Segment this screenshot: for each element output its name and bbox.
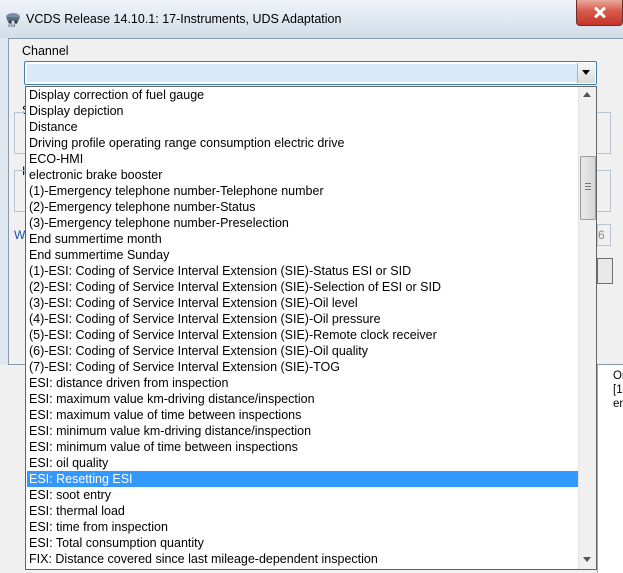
close-button[interactable] bbox=[576, 0, 623, 26]
dropdown-item[interactable]: FIX: Distance covered since last mileage… bbox=[27, 551, 580, 567]
channel-select[interactable] bbox=[24, 61, 597, 85]
dropdown-item[interactable]: ESI: thermal load bbox=[27, 503, 580, 519]
vcds-car-icon[interactable]: x64 bbox=[4, 10, 22, 28]
dropdown-item[interactable]: Display correction of fuel gauge bbox=[27, 87, 580, 103]
scroll-down-button[interactable] bbox=[579, 552, 596, 569]
grip-line bbox=[585, 183, 591, 184]
scroll-up-button[interactable] bbox=[579, 87, 596, 104]
dropdown-item[interactable]: Distance bbox=[27, 119, 580, 135]
dropdown-item[interactable]: (1)-Emergency telephone number-Telephone… bbox=[27, 183, 580, 199]
right-info-panel: On [17 en bbox=[597, 365, 623, 573]
dropdown-item[interactable]: ESI: time from inspection bbox=[27, 519, 580, 535]
right-panel-line: [17 bbox=[613, 384, 623, 396]
vertical-scrollbar[interactable] bbox=[578, 87, 596, 569]
grip-line bbox=[585, 189, 591, 190]
dropdown-item[interactable]: (4)-ESI: Coding of Service Interval Exte… bbox=[27, 311, 580, 327]
arrow-up-icon bbox=[583, 92, 591, 97]
grip-line bbox=[585, 186, 591, 187]
dropdown-item[interactable]: (3)-Emergency telephone number-Preselect… bbox=[27, 215, 580, 231]
dropdown-item[interactable]: (3)-ESI: Coding of Service Interval Exte… bbox=[27, 295, 580, 311]
right-panel-line: On bbox=[613, 370, 623, 382]
dropdown-items: Display correction of fuel gauge Display … bbox=[27, 87, 580, 567]
background-button bbox=[597, 258, 613, 284]
dropdown-item[interactable]: (6)-ESI: Coding of Service Interval Exte… bbox=[27, 343, 580, 359]
dropdown-item[interactable]: (2)-Emergency telephone number-Status bbox=[27, 199, 580, 215]
dropdown-item[interactable]: (1)-ESI: Coding of Service Interval Exte… bbox=[27, 263, 580, 279]
right-panel-line: en bbox=[613, 398, 623, 410]
chevron-down-icon bbox=[582, 70, 590, 75]
channel-select-value bbox=[27, 64, 577, 82]
dropdown-item[interactable]: ESI: maximum value km-driving distance/i… bbox=[27, 391, 580, 407]
title-bar: x64 VCDS Release 14.10.1: 17-Instruments… bbox=[0, 0, 623, 38]
dropdown-item[interactable]: electronic brake booster bbox=[27, 167, 580, 183]
dropdown-item[interactable]: ESI: minimum value of time between inspe… bbox=[27, 439, 580, 455]
window-title: VCDS Release 14.10.1: 17-Instruments, UD… bbox=[26, 12, 342, 26]
dropdown-arrow-button[interactable] bbox=[577, 63, 595, 83]
dropdown-item[interactable]: Display depiction bbox=[27, 103, 580, 119]
dropdown-item[interactable]: (2)-ESI: Coding of Service Interval Exte… bbox=[27, 279, 580, 295]
dropdown-item[interactable]: Driving profile operating range consumpt… bbox=[27, 135, 580, 151]
dropdown-item[interactable]: ESI: distance driven from inspection bbox=[27, 375, 580, 391]
partial-label-w: W bbox=[14, 228, 26, 242]
partial-digit: 6 bbox=[598, 228, 605, 242]
svg-text:x64: x64 bbox=[8, 23, 16, 28]
scrollbar-thumb[interactable] bbox=[580, 156, 596, 220]
arrow-down-icon bbox=[583, 557, 591, 562]
dropdown-item[interactable]: ESI: Resetting ESI bbox=[27, 471, 580, 487]
dropdown-item[interactable]: ESI: soot entry bbox=[27, 487, 580, 503]
dropdown-item[interactable]: End summertime Sunday bbox=[27, 247, 580, 263]
dropdown-item[interactable]: ESI: maximum value of time between inspe… bbox=[27, 407, 580, 423]
channel-label: Channel bbox=[22, 44, 69, 58]
dropdown-item[interactable]: ESI: oil quality bbox=[27, 455, 580, 471]
dropdown-item[interactable]: ESI: minimum value km-driving distance/i… bbox=[27, 423, 580, 439]
dropdown-item[interactable]: ESI: Total consumption quantity bbox=[27, 535, 580, 551]
dropdown-item[interactable]: End summertime month bbox=[27, 231, 580, 247]
dropdown-item[interactable]: ECO-HMI bbox=[27, 151, 580, 167]
channel-dropdown-list[interactable]: Display correction of fuel gauge Display … bbox=[25, 86, 597, 570]
dropdown-item[interactable]: (5)-ESI: Coding of Service Interval Exte… bbox=[27, 327, 580, 343]
dropdown-item[interactable]: (7)-ESI: Coding of Service Interval Exte… bbox=[27, 359, 580, 375]
